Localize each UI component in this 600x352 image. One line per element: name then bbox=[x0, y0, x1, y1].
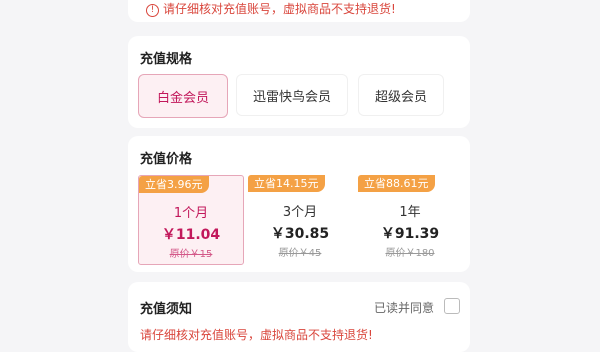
notice-section: 充值须知 已读并同意 请仔细核对充值账号，虚拟商品不支持退货! bbox=[128, 282, 470, 352]
plan-price: ￥11.04 bbox=[161, 227, 221, 243]
notice-warning: 请仔细核对充值账号，虚拟商品不支持退货! bbox=[140, 328, 373, 342]
save-badge: 立省88.61元 bbox=[358, 175, 435, 192]
agree-label: 已读并同意 bbox=[373, 301, 434, 315]
plan-original-price: 原价￥15 bbox=[169, 249, 213, 260]
save-badge: 立省14.15元 bbox=[248, 175, 325, 192]
top-warning: ! 请仔细核对充值账号，虚拟商品不支持退货! bbox=[146, 0, 396, 17]
warning-icon: ! bbox=[146, 4, 159, 17]
plan-duration: 3个月 bbox=[282, 205, 318, 220]
top-notice-card: ! 请仔细核对充值账号，虚拟商品不支持退货! bbox=[128, 0, 470, 22]
agree-checkbox[interactable] bbox=[444, 298, 460, 314]
spec-option-platinum[interactable]: 白金会员 bbox=[138, 74, 228, 118]
spec-section: 充值规格 白金会员 迅雷快鸟会员 超级会员 bbox=[128, 36, 470, 128]
spec-option-xunlei[interactable]: 迅雷快鸟会员 bbox=[236, 74, 348, 116]
plan-price: ￥91.39 bbox=[380, 226, 440, 242]
plan-duration: 1年 bbox=[399, 205, 421, 220]
spec-option-super[interactable]: 超级会员 bbox=[358, 74, 444, 116]
plan-duration: 1个月 bbox=[173, 206, 209, 221]
price-section: 充值价格 立省3.96元 1个月 ￥11.04 原价￥15 立省14.15元 3… bbox=[128, 136, 470, 272]
save-badge: 立省3.96元 bbox=[139, 176, 209, 193]
top-warning-text: 请仔细核对充值账号，虚拟商品不支持退货! bbox=[163, 2, 396, 16]
spec-title: 充值规格 bbox=[140, 52, 193, 67]
price-plan-3-month[interactable]: 立省14.15元 3个月 ￥30.85 原价￥45 bbox=[248, 175, 352, 263]
price-plan-1-month[interactable]: 立省3.96元 1个月 ￥11.04 原价￥15 bbox=[138, 175, 244, 265]
plan-original-price: 原价￥45 bbox=[278, 248, 322, 259]
price-plan-1-year[interactable]: 立省88.61元 1年 ￥91.39 原价￥180 bbox=[358, 175, 462, 263]
price-title: 充值价格 bbox=[140, 152, 193, 167]
plan-price: ￥30.85 bbox=[270, 226, 330, 242]
notice-title: 充值须知 bbox=[140, 302, 193, 317]
plan-original-price: 原价￥180 bbox=[385, 248, 435, 259]
